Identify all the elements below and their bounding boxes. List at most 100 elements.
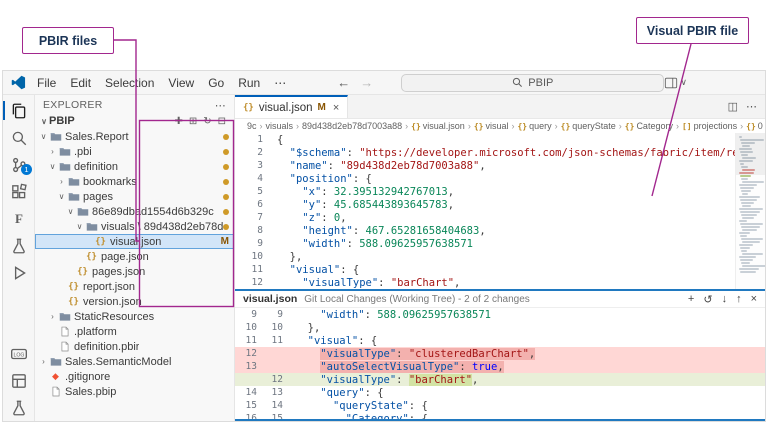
menu-item-go[interactable]: Go xyxy=(201,76,231,90)
folder-icon xyxy=(48,356,63,367)
git-modified-badge: M xyxy=(221,236,229,247)
breadcrumb-item-category[interactable]: {}Category xyxy=(625,121,673,131)
menu-item-[interactable]: ⋯ xyxy=(267,76,293,90)
close-tab-icon[interactable]: × xyxy=(333,102,339,114)
chevron-right-icon[interactable]: › xyxy=(39,357,48,366)
chevron-right-icon[interactable]: › xyxy=(57,177,66,186)
diff-row-ctx[interactable]: 1111 "visual": { xyxy=(235,334,765,347)
menu-item-selection[interactable]: Selection xyxy=(98,76,161,90)
json-icon: {} xyxy=(243,103,254,113)
activity-source-control-icon[interactable]: 1 xyxy=(3,151,35,178)
tree-item-definition[interactable]: ∨definition xyxy=(35,159,234,174)
activity-experiments-icon[interactable] xyxy=(3,394,35,421)
code-token xyxy=(277,147,290,159)
activity-output-log-icon[interactable]: LOG xyxy=(3,340,35,367)
chevron-down-icon[interactable]: ∨ xyxy=(48,162,57,171)
diff-row-ctx[interactable]: 1413 "query": { xyxy=(235,386,765,399)
chevron-down-icon[interactable]: ∨ xyxy=(57,192,66,201)
activity-explorer-icon[interactable] xyxy=(3,97,35,124)
search-input[interactable]: PBIP xyxy=(401,74,664,92)
forward-button[interactable]: → xyxy=(360,75,373,90)
diff-row-ctx[interactable]: 99 "width": 588.09625957638571 xyxy=(235,308,765,321)
close-icon[interactable]: × xyxy=(751,293,757,306)
chevron-down-icon[interactable]: ∨ xyxy=(39,132,48,141)
layout-toggle-button[interactable]: ∨ xyxy=(664,76,687,90)
minimap[interactable] xyxy=(735,133,765,289)
collapse-all-icon[interactable]: ⊟ xyxy=(218,116,226,127)
breadcrumb-item-querystate[interactable]: {}queryState xyxy=(561,121,616,131)
minimap-line xyxy=(742,241,760,243)
minimap-slider[interactable] xyxy=(736,133,765,175)
breadcrumb-item-89d438d2eb78d7003a88[interactable]: 89d438d2eb78d7003a88 xyxy=(302,121,402,131)
activity-extensions-icon[interactable] xyxy=(3,178,35,205)
tree-item-platform[interactable]: .platform xyxy=(35,324,234,339)
diff-row-ctx[interactable]: 1514 "queryState": { xyxy=(235,399,765,412)
code-token: "visual" xyxy=(308,335,359,347)
code-text: }, xyxy=(277,251,302,263)
tree-item-visual-json[interactable]: {}visual.jsonM xyxy=(35,234,234,249)
chevron-right-icon[interactable]: › xyxy=(48,147,57,156)
tree-item-definition-pbir[interactable]: definition.pbir xyxy=(35,339,234,354)
diff-row-ctx[interactable]: 1615 "Category": { xyxy=(235,412,765,421)
annotation-visual-pbir-file-label: Visual PBIR file xyxy=(647,24,738,38)
activity-search-icon[interactable] xyxy=(3,124,35,151)
discard-change-icon[interactable]: ↺ xyxy=(703,293,712,306)
tree-item-staticresources[interactable]: ›StaticResources xyxy=(35,309,234,324)
tree-item-pages-json[interactable]: {}pages.json xyxy=(35,264,234,279)
tree-item-pbi[interactable]: ›.pbi xyxy=(35,144,234,159)
more-actions-icon[interactable]: ⋯ xyxy=(746,100,757,113)
tree-item-sales-pbip[interactable]: Sales.pbip xyxy=(35,384,234,399)
vscode-logo-icon xyxy=(11,75,26,90)
code-token: : xyxy=(396,348,409,360)
tree-item-gitignore[interactable]: ◆.gitignore xyxy=(35,369,234,384)
stage-change-icon[interactable]: + xyxy=(688,293,694,306)
activity-layout-icon[interactable] xyxy=(3,367,35,394)
breadcrumb-item-9c[interactable]: 9c xyxy=(247,121,257,131)
menu-item-view[interactable]: View xyxy=(161,76,201,90)
line-number: 8 xyxy=(235,225,263,236)
new-folder-icon[interactable]: ⊞ xyxy=(189,116,197,127)
menu-item-file[interactable]: File xyxy=(30,76,63,90)
diff-row-add[interactable]: 12 "visualType": "barChart", xyxy=(235,373,765,386)
refresh-icon[interactable]: ↻ xyxy=(203,116,211,127)
code-token: "height" xyxy=(302,225,353,237)
menu-item-edit[interactable]: Edit xyxy=(63,76,98,90)
diff-row-del[interactable]: 13 "autoSelectVisualType": true, xyxy=(235,360,765,373)
tree-item-86e89dbad1554d6b329c[interactable]: ∨86e89dbad1554d6b329c xyxy=(35,204,234,219)
breadcrumb-item-visual[interactable]: {}visual xyxy=(474,121,509,131)
activity-run-debug-icon[interactable] xyxy=(3,259,35,286)
activity-beaker-icon[interactable] xyxy=(3,232,35,259)
code-token xyxy=(277,251,290,263)
chevron-down-icon[interactable]: ∨ xyxy=(75,222,84,231)
menu-item-run[interactable]: Run xyxy=(231,76,267,90)
chevron-down-icon[interactable]: ∨ xyxy=(66,207,75,216)
next-change-icon[interactable]: ↓ xyxy=(722,293,728,306)
explorer-section-pbip[interactable]: ∨ PBIP ✚⊞↻⊟ xyxy=(35,113,234,129)
code-line: 11 "visual": { xyxy=(235,263,765,276)
tab-visual-json[interactable]: {} visual.json M × xyxy=(235,95,348,118)
breadcrumb-item-query[interactable]: {}query xyxy=(517,121,551,131)
tree-item-sales-report[interactable]: ∨Sales.Report xyxy=(35,129,234,144)
tree-item-bookmarks[interactable]: ›bookmarks xyxy=(35,174,234,189)
minimap-line xyxy=(740,187,754,189)
back-button[interactable]: ← xyxy=(337,75,350,90)
chevron-right-icon[interactable]: › xyxy=(48,312,57,321)
breadcrumb-item-projections[interactable]: []projections xyxy=(682,121,737,131)
diff-row-ctx[interactable]: 1010 }, xyxy=(235,321,765,334)
activity-fabric-icon[interactable]: F xyxy=(3,205,35,232)
tree-item-report-json[interactable]: {}report.json xyxy=(35,279,234,294)
tree-item-version-json[interactable]: {}version.json xyxy=(35,294,234,309)
tree-item-visuals-89d438d2eb78d7003[interactable]: ∨visuals \ 89d438d2eb78d7003... xyxy=(35,219,234,234)
new-file-icon[interactable]: ✚ xyxy=(174,116,182,127)
breadcrumb-item-visuals[interactable]: visuals xyxy=(266,121,294,131)
diff-row-del[interactable]: 12 "visualType": "clusteredBarChart", xyxy=(235,347,765,360)
breadcrumb-item-visual-json[interactable]: {}visual.json xyxy=(411,121,465,131)
breadcrumb-item-0[interactable]: {}0 xyxy=(746,121,763,131)
code-editor[interactable]: 1{2 "$schema": "https://developer.micros… xyxy=(235,133,765,289)
tree-item-page-json[interactable]: {}page.json xyxy=(35,249,234,264)
explorer-more-button[interactable]: ⋯ xyxy=(215,99,226,112)
previous-change-icon[interactable]: ↑ xyxy=(736,293,742,306)
tree-item-pages[interactable]: ∨pages xyxy=(35,189,234,204)
split-editor-icon[interactable]: ◫ xyxy=(728,100,738,113)
tree-item-sales-semanticmodel[interactable]: ›Sales.SemanticModel xyxy=(35,354,234,369)
